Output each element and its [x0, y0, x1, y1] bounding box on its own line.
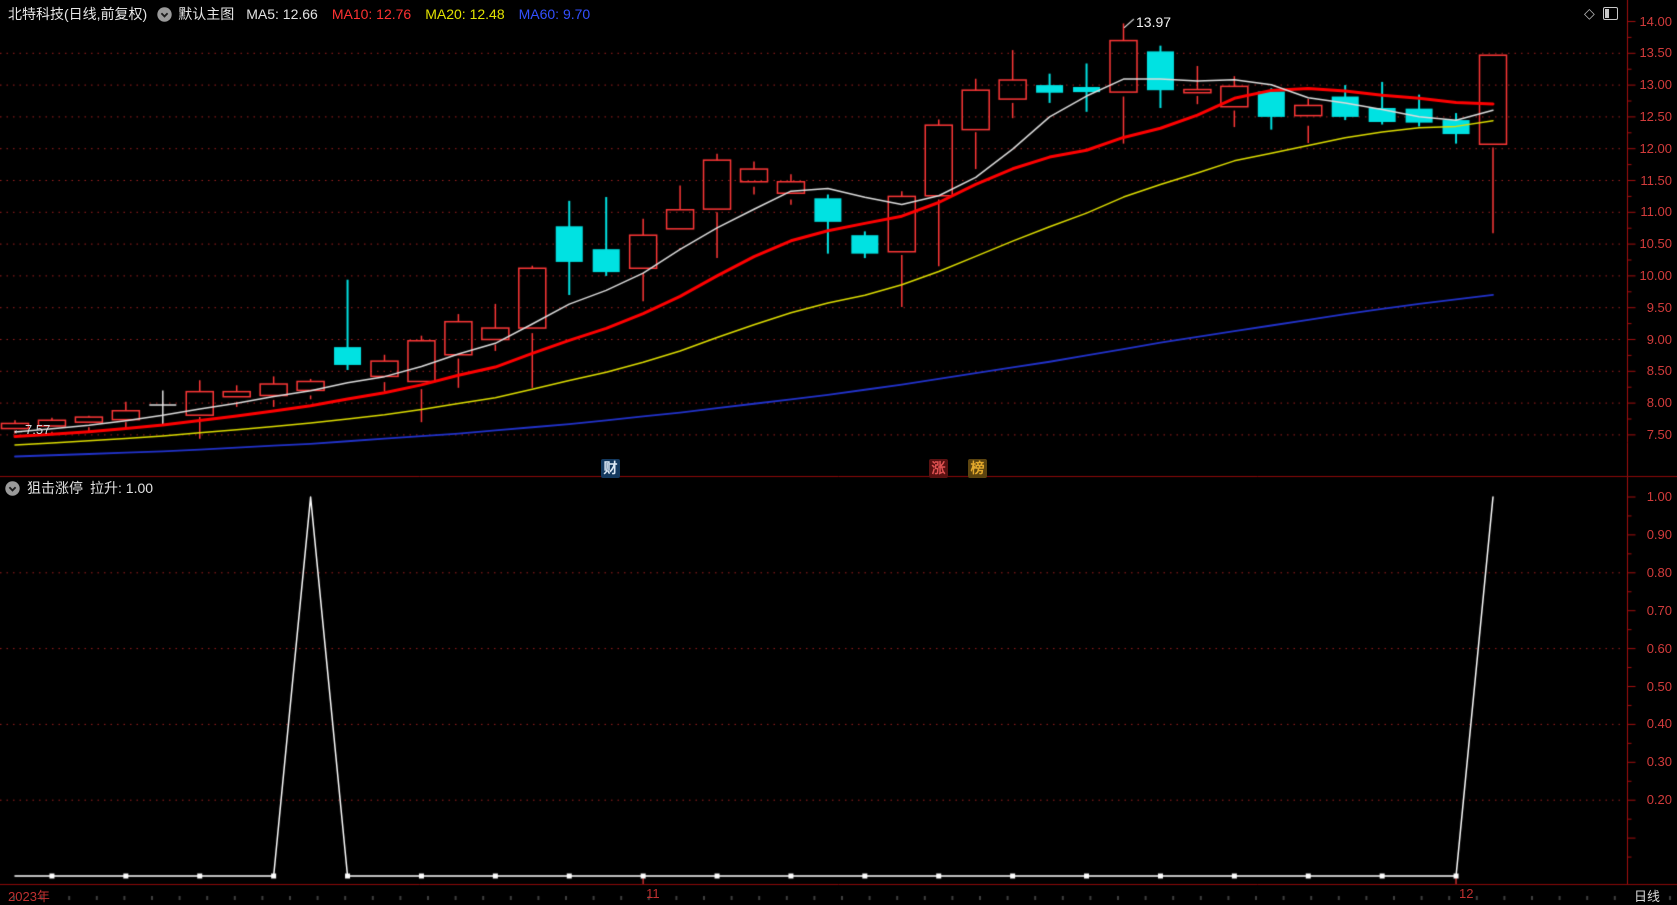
sub-axis-label: 0.50: [1646, 678, 1672, 694]
price-axis-label: 10.00: [1639, 267, 1672, 283]
sub-axis-label: 0.40: [1646, 716, 1672, 732]
ma20-label: MA20: 12.48: [425, 6, 505, 22]
stock-title: 北特科技(日线,前复权): [8, 6, 148, 22]
high-price-annotation: 13.97: [1136, 14, 1172, 30]
sub-axis-label: 0.70: [1646, 602, 1672, 618]
price-axis-label: 11.00: [1640, 204, 1672, 220]
price-axis-label: 9.00: [1646, 331, 1672, 347]
chevron-down-circle-icon[interactable]: [5, 480, 20, 496]
price-axis-label: 8.50: [1646, 363, 1672, 379]
watermark-badge: 财: [601, 459, 620, 478]
sub-axis-label: 0.20: [1646, 792, 1672, 808]
panel-layout-icon[interactable]: [1602, 6, 1618, 20]
ma10-label: MA10: 12.76: [331, 6, 412, 22]
price-axis-label: 13.50: [1639, 45, 1672, 61]
price-axis-label: 9.50: [1646, 299, 1672, 315]
indicator-value: 拉升: 1.00: [90, 480, 154, 496]
ma5-label: MA5: 12.66: [246, 6, 318, 22]
watermark-badge: 涨: [929, 459, 948, 478]
sub-axis-label: 0.80: [1646, 564, 1672, 580]
price-axis-label: 12.00: [1639, 140, 1672, 156]
sub-indicator-header: 狙击涨停 拉升: 1.00: [5, 479, 160, 497]
sub-axis-label: 1.00: [1646, 489, 1672, 504]
main-layout-selector[interactable]: 默认主图: [178, 4, 234, 24]
price-axis-label: 7.50: [1646, 426, 1672, 442]
chevron-down-circle-icon[interactable]: [157, 6, 172, 22]
sub-axis-label: 0.90: [1646, 526, 1672, 542]
x-axis-month-label: 12: [1459, 886, 1474, 901]
price-axis-label: 8.00: [1646, 395, 1672, 411]
sub-axis-label: 0.30: [1646, 754, 1672, 770]
price-axis-label: 13.00: [1639, 77, 1672, 93]
stock-chart-window: 北特科技(日线,前复权) 默认主图 MA5: 12.66 MA10: 12.76…: [0, 0, 1677, 904]
sub-axis-label: 0.60: [1646, 640, 1672, 656]
price-axis-label: 11.50: [1640, 172, 1672, 188]
price-axis-label: 10.50: [1639, 236, 1672, 252]
x-axis-year-label: 2023年: [8, 889, 50, 904]
low-price-annotation: ←7.57: [12, 422, 51, 437]
main-chart-header: 北特科技(日线,前复权) 默认主图 MA5: 12.66 MA10: 12.76…: [8, 4, 604, 24]
kline-chart-canvas[interactable]: [0, 0, 1677, 901]
watermark-badge: 榜: [968, 459, 987, 478]
x-axis-month-label: 11: [646, 886, 660, 901]
header-tools: ◇: [1584, 4, 1618, 22]
price-axis-label: 12.50: [1639, 108, 1672, 124]
diamond-icon[interactable]: ◇: [1584, 6, 1595, 20]
ma60-label: MA60: 9.70: [518, 6, 591, 22]
indicator-name[interactable]: 狙击涨停: [27, 478, 83, 498]
price-axis-label: 14.00: [1639, 13, 1672, 29]
period-label: 日线: [1634, 889, 1661, 904]
